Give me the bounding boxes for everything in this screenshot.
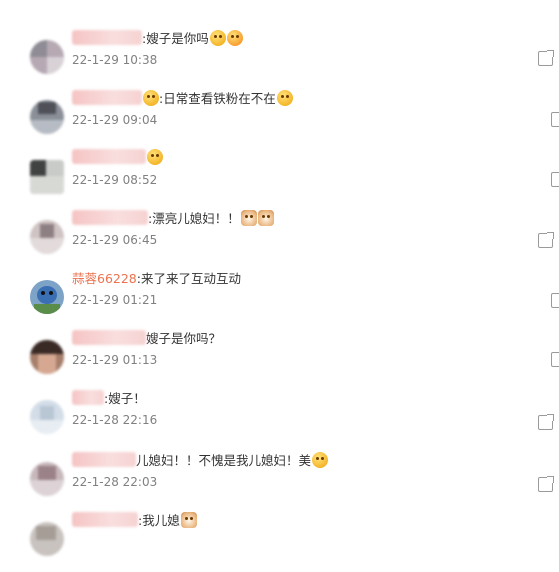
comment-time: 22-1-29 08:52 [72,173,158,187]
comment-text: :嫂子是你吗 [142,31,209,46]
comment-line: 嫂子是你吗？ [72,328,221,346]
comment-line: :嫂子！ [72,388,146,406]
comment-text: 儿媳妇！！不愧是我儿媳妇！美 [136,453,312,468]
comment-item: :日常查看铁粉在不在 22-1-29 09:04 [0,88,559,150]
cat-emoji [180,511,197,528]
username-blurred[interactable] [72,90,142,105]
avatar[interactable] [30,100,64,134]
username-blurred[interactable] [72,30,142,45]
avatar[interactable] [30,400,64,434]
comment-item: :嫂子！ 22-1-28 22:16 [0,388,559,450]
comment-line: :我儿媳 [72,510,197,528]
comment-time: 22-1-29 09:04 [72,113,158,127]
comment-line [72,148,163,166]
comment-line: :嫂子是你吗 [72,28,243,46]
username-blurred[interactable] [72,330,146,345]
avatar[interactable] [30,522,64,556]
comment-line: 儿媳妇！！不愧是我儿媳妇！美 [72,450,329,468]
comment-line: 蒜蓉66228:来了来了互动互动 [72,268,241,286]
comment-line: :漂亮儿媳妇！！ [72,208,274,226]
kiss-emoji [276,89,293,106]
reply-icon[interactable] [551,172,559,187]
kiss-emoji [143,89,159,106]
comment-time: 22-1-29 10:38 [72,53,158,67]
comment-item: :漂亮儿媳妇！！ 22-1-29 06:45 [0,208,559,270]
avatar[interactable] [30,160,64,194]
comment-text: :日常查看铁粉在不在 [159,91,276,106]
reply-icon[interactable] [538,50,554,66]
comment-time: 22-1-29 01:13 [72,353,158,367]
username-blurred[interactable] [72,512,138,527]
comment-item: 蒜蓉66228:来了来了互动互动 22-1-29 01:21 [0,268,559,330]
comment-time: 22-1-29 01:21 [72,293,158,307]
reply-icon[interactable] [551,112,559,127]
surprised-emoji [226,29,243,46]
username-blurred[interactable] [72,210,148,225]
username-blurred[interactable] [72,390,104,405]
crying-emoji [147,148,163,165]
comment-item: :我儿媳 [0,510,559,572]
comment-item: :嫂子是你吗 22-1-29 10:38 [0,28,559,90]
cat-emoji [240,209,257,226]
cry-laugh-emoji [209,29,226,46]
comment-line: :日常查看铁粉在不在 [72,88,293,106]
comment-time: 22-1-28 22:16 [72,413,158,427]
username-blurred[interactable] [72,452,136,467]
comment-text: :嫂子！ [104,391,146,406]
comment-text: :我儿媳 [138,513,180,528]
comment-item: 22-1-29 08:52 [0,148,559,210]
comment-text: :来了来了互动互动 [136,271,241,286]
username-blurred[interactable] [72,149,146,164]
reply-icon[interactable] [538,414,554,430]
avatar[interactable] [30,40,64,74]
avatar[interactable] [30,462,64,496]
comment-item: 儿媳妇！！不愧是我儿媳妇！美 22-1-28 22:03 [0,450,559,512]
cat-emoji [257,209,274,226]
comment-text: :漂亮儿媳妇！！ [148,211,240,226]
avatar[interactable] [30,340,64,374]
avatar[interactable] [30,280,64,314]
reply-icon[interactable] [538,232,554,248]
comment-time: 22-1-29 06:45 [72,233,158,247]
reply-icon[interactable] [538,476,554,492]
reply-icon[interactable] [551,293,559,308]
reply-icon[interactable] [551,352,559,367]
comment-item: 嫂子是你吗？ 22-1-29 01:13 [0,328,559,390]
comment-username[interactable]: 蒜蓉66228 [72,271,137,286]
shy-emoji [312,451,329,468]
avatar[interactable] [30,220,64,254]
comment-text: 嫂子是你吗？ [146,331,222,346]
comment-time: 22-1-28 22:03 [72,475,158,489]
